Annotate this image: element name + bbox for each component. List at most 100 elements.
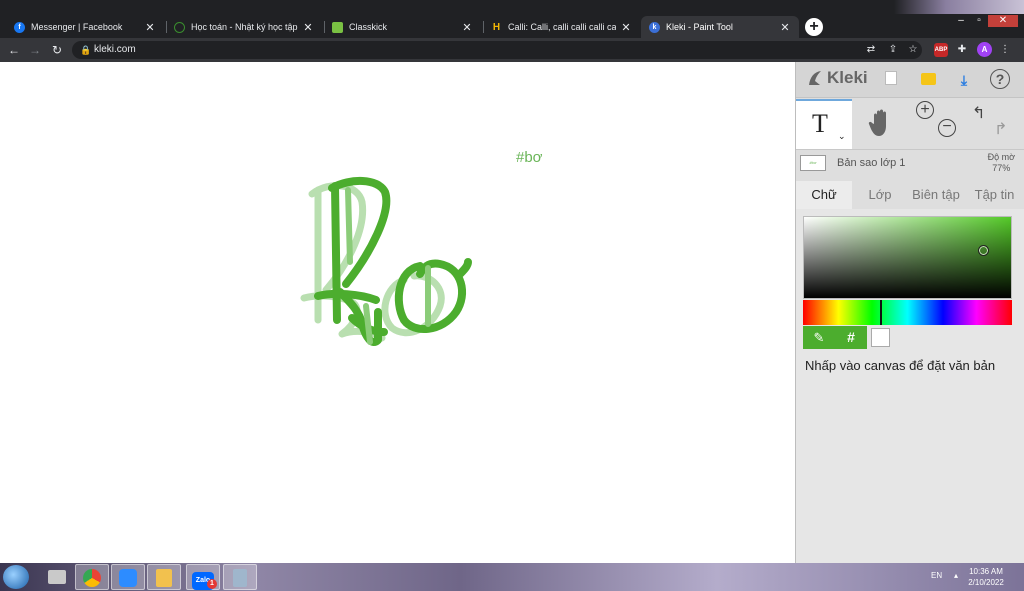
classkick-icon <box>332 21 343 33</box>
chrome-icon <box>83 569 101 587</box>
reload-icon[interactable]: ↻ <box>49 42 65 58</box>
saturation-value-picker[interactable] <box>803 216 1012 299</box>
new-tab-button[interactable]: + <box>805 18 823 36</box>
tab-text[interactable]: Chữ <box>796 181 852 209</box>
violympic-icon <box>174 21 185 33</box>
tool-sidebar: Kleki ⤓ ? T ⌄ + − ↰ ↱ #bơ Bản sao lớp 1 … <box>795 62 1024 563</box>
tab-layers[interactable]: Lớp <box>852 181 908 209</box>
zoom-controls: + − <box>908 99 964 149</box>
hue-slider[interactable] <box>803 300 1012 325</box>
language-indicator[interactable]: EN <box>931 571 942 580</box>
close-tab-icon[interactable]: ✕ <box>620 21 632 34</box>
app-grid-icon <box>48 570 66 584</box>
zoom-in-icon[interactable]: + <box>916 101 934 119</box>
tab-file[interactable]: Tập tin <box>964 181 1024 209</box>
canvas-drawing <box>300 176 472 346</box>
zoom-out-icon[interactable]: − <box>938 119 956 137</box>
restore-button[interactable]: ▫ <box>970 15 988 27</box>
adblock-extension-icon[interactable]: ABP <box>934 43 948 57</box>
drawing-canvas[interactable]: #bơ <box>0 62 795 563</box>
current-layer-row[interactable]: #bơ Bản sao lớp 1 Độ mờ 77% <box>796 149 1024 181</box>
bold-stroke-layer <box>314 176 472 346</box>
tool-row: T ⌄ + − ↰ ↱ <box>796 99 1024 149</box>
kleki-logo: Kleki <box>806 68 868 88</box>
profile-avatar[interactable]: A <box>977 42 992 57</box>
close-tab-icon[interactable]: ✕ <box>144 21 156 34</box>
forward-arrow-icon[interactable]: → <box>27 42 43 58</box>
faded-stroke-layer <box>300 182 445 342</box>
taskbar-item-zoom[interactable] <box>111 564 145 590</box>
share-icon[interactable]: ⇪ <box>886 43 900 57</box>
text-tool-button[interactable]: T ⌄ <box>796 99 852 149</box>
screen: – ▫ ✕ f Messenger | Facebook ✕ Học toán … <box>0 0 1024 591</box>
tray-expand-icon[interactable]: ▴ <box>954 571 958 580</box>
tab-messenger[interactable]: f Messenger | Facebook ✕ <box>6 16 164 38</box>
tab-label: Học toán - Nhật ký học tập - Vio <box>191 22 298 32</box>
window-titlebar-fade <box>894 0 1024 14</box>
notification-badge: 1 <box>207 579 217 589</box>
calli-icon: H <box>491 21 502 33</box>
opacity-label: Độ mờ <box>987 152 1015 162</box>
taskbar-item-app[interactable] <box>40 564 74 590</box>
tab-kleki[interactable]: k Kleki - Paint Tool ✕ <box>641 16 799 38</box>
close-window-button[interactable]: ✕ <box>988 15 1018 27</box>
redo-icon[interactable]: ↱ <box>994 119 1007 139</box>
panel-tabs: Chữ Lớp Biên tập Tập tin <box>796 181 1024 209</box>
tab-label: Classkick <box>349 22 388 32</box>
folder-icon <box>156 569 172 587</box>
text-tool-hint: Nhấp vào canvas để đặt văn bản <box>805 358 996 373</box>
extensions-puzzle-icon[interactable]: ✚ <box>955 43 969 57</box>
menu-kebab-icon[interactable]: ⋮ <box>998 43 1012 57</box>
bookmark-star-icon[interactable]: ☆ <box>906 43 920 57</box>
chevron-down-icon[interactable]: ⌄ <box>838 131 846 142</box>
hex-input-button[interactable]: # <box>835 326 867 349</box>
tab-label: Kleki - Paint Tool <box>666 22 733 32</box>
lock-icon[interactable]: 🔒 <box>80 45 91 56</box>
kleki-icon: k <box>649 21 660 33</box>
close-tab-icon[interactable]: ✕ <box>461 21 473 34</box>
color-picker-cursor[interactable] <box>978 245 989 256</box>
tab-label: Calli: Calli, calli calli calli calli ca… <box>508 22 616 32</box>
open-folder-icon[interactable] <box>917 69 939 91</box>
new-image-icon[interactable] <box>880 69 902 91</box>
eyedropper-icon[interactable]: ✎ <box>803 326 835 349</box>
zoom-app-icon <box>119 569 137 587</box>
text-tool-icon: T <box>812 109 828 138</box>
primary-color-controls: ✎ # <box>803 326 867 349</box>
help-icon[interactable]: ? <box>990 69 1010 89</box>
translate-icon[interactable]: ⇄ <box>864 43 878 57</box>
hue-slider-handle[interactable] <box>880 300 882 325</box>
url-text: kleki.com <box>94 44 136 55</box>
facebook-icon: f <box>14 21 25 33</box>
minimize-button[interactable]: – <box>952 15 970 27</box>
kleki-logo-icon <box>809 71 821 85</box>
hand-tool-button[interactable] <box>852 99 908 149</box>
calculator-icon <box>233 569 247 587</box>
tab-label: Messenger | Facebook <box>31 22 123 32</box>
layer-opacity[interactable]: Độ mờ 77% <box>988 152 1015 174</box>
windows-taskbar: Zalo 1 EN ▴ 10:36 AM 2/10/2022 <box>0 563 1024 591</box>
taskbar-item-explorer[interactable] <box>147 564 181 590</box>
browser-tab-strip: – ▫ ✕ f Messenger | Facebook ✕ Học toán … <box>0 0 1024 38</box>
opacity-value: 77% <box>992 163 1011 173</box>
tab-edit[interactable]: Biên tập <box>908 181 964 209</box>
tab-hoc-toan[interactable]: Học toán - Nhật ký học tập - Vio ✕ <box>166 16 322 38</box>
taskbar-item-zalo[interactable]: Zalo 1 <box>186 564 220 590</box>
taskbar-item-calculator[interactable] <box>223 564 257 590</box>
address-bar[interactable]: 🔒 kleki.com <box>72 41 922 59</box>
history-controls: ↰ ↱ <box>964 99 1020 149</box>
undo-icon[interactable]: ↰ <box>972 103 985 123</box>
tab-classkick[interactable]: Classkick ✕ <box>324 16 481 38</box>
layer-name: Bản sao lớp 1 <box>837 157 906 169</box>
system-clock[interactable]: 10:36 AM 2/10/2022 <box>960 566 1012 588</box>
tab-calli[interactable]: H Calli: Calli, calli calli calli calli … <box>483 16 640 38</box>
back-arrow-icon[interactable]: ← <box>6 42 22 58</box>
taskbar-item-chrome[interactable] <box>75 564 109 590</box>
windows-start-button[interactable] <box>3 565 29 589</box>
download-icon[interactable]: ⤓ <box>953 69 975 91</box>
layer-thumbnail: #bơ <box>800 155 826 171</box>
secondary-color-swatch[interactable] <box>871 328 890 347</box>
close-tab-icon[interactable]: ✕ <box>779 21 791 34</box>
close-tab-icon[interactable]: ✕ <box>302 21 314 34</box>
sidebar-header: Kleki ⤓ ? <box>796 62 1024 98</box>
